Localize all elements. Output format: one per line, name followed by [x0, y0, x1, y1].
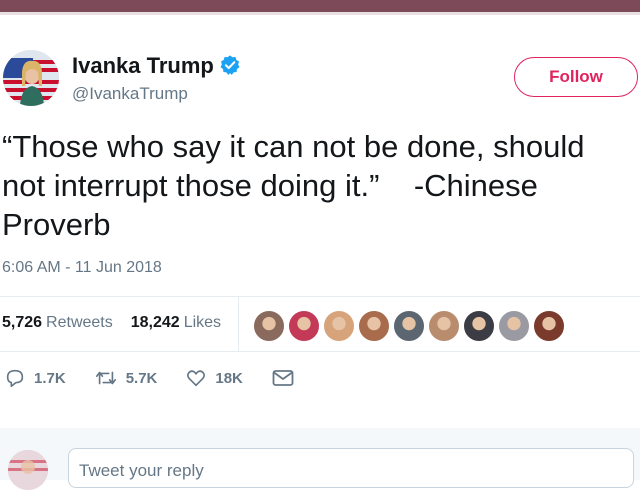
- direct-message-action[interactable]: [271, 368, 303, 388]
- envelope-icon: [272, 370, 294, 386]
- tweet-timestamp[interactable]: 6:06 AM - 11 Jun 2018: [2, 259, 162, 277]
- verified-badge-icon: [220, 55, 240, 75]
- follow-button[interactable]: Follow: [514, 57, 638, 97]
- liker-avatar[interactable]: [532, 309, 566, 343]
- divider: [0, 296, 640, 297]
- top-bar-shadow: [0, 12, 640, 15]
- window-top-bar: [0, 0, 640, 12]
- divider: [0, 351, 640, 352]
- retweet-action[interactable]: 5.7K: [94, 367, 158, 389]
- retweets-count[interactable]: 5,726: [2, 314, 42, 332]
- stats-divider: [238, 297, 239, 351]
- liker-avatar[interactable]: [322, 309, 356, 343]
- liker-avatar[interactable]: [497, 309, 531, 343]
- liker-avatar[interactable]: [252, 309, 286, 343]
- avatar-image: [8, 450, 48, 490]
- liker-avatars: [252, 309, 567, 343]
- liker-avatar[interactable]: [287, 309, 321, 343]
- retweet-count: 5.7K: [125, 369, 158, 387]
- tweet-text: “Those who say it can not be done, shoul…: [2, 129, 585, 242]
- retweet-icon: [95, 371, 116, 385]
- liker-avatar[interactable]: [357, 309, 391, 343]
- liker-avatar[interactable]: [427, 309, 461, 343]
- current-user-avatar: [8, 450, 48, 490]
- reply-input[interactable]: Tweet your reply: [68, 448, 634, 488]
- liker-avatar[interactable]: [392, 309, 426, 343]
- reply-action[interactable]: 1.7K: [4, 367, 66, 389]
- reply-count: 1.7K: [34, 369, 66, 387]
- retweets-label[interactable]: Retweets: [46, 314, 113, 332]
- likes-count[interactable]: 18,242: [131, 314, 180, 332]
- heart-icon: [187, 370, 206, 387]
- user-handle[interactable]: @IvankaTrump: [72, 84, 188, 104]
- liker-avatar[interactable]: [462, 309, 496, 343]
- avatar-image: [3, 50, 59, 106]
- likes-label[interactable]: Likes: [184, 314, 221, 332]
- like-action[interactable]: 18K: [185, 367, 243, 389]
- engagement-stats: 5,726 Retweets 18,242 Likes: [2, 314, 221, 332]
- like-count: 18K: [215, 369, 243, 387]
- profile-avatar[interactable]: [3, 50, 59, 106]
- reply-icon: [6, 369, 24, 388]
- display-name[interactable]: Ivanka Trump: [72, 53, 214, 79]
- tweet-actions: 1.7K 5.7K 18K: [4, 367, 331, 389]
